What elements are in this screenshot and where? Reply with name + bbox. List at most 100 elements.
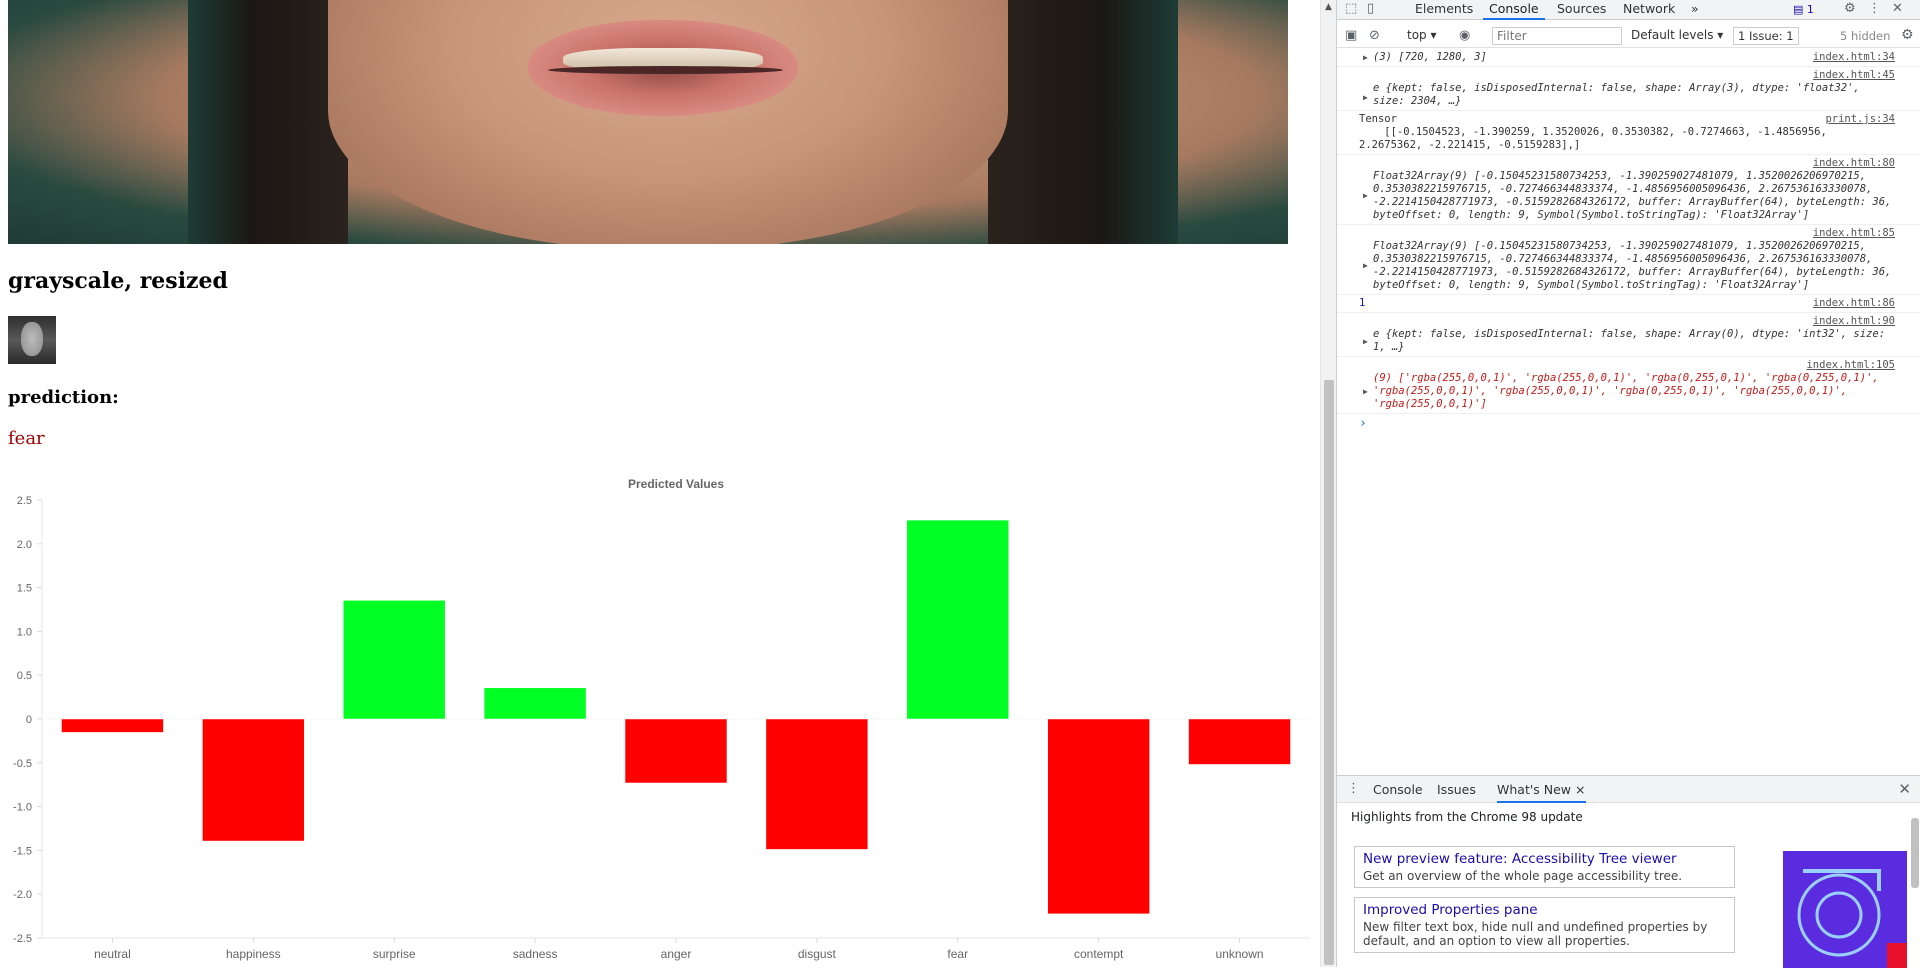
y-tick-label: 0	[26, 714, 32, 726]
bar-anger	[625, 719, 727, 783]
drawer-tab-whats-new-label: What's New	[1497, 782, 1572, 797]
issues-badge-count: 1	[1806, 3, 1814, 16]
more-tabs-button[interactable]: »	[1685, 0, 1705, 20]
thumbnail-face	[21, 322, 43, 356]
console-message: ▶ index.html:45 e {kept: false, isDispos…	[1337, 67, 1920, 111]
y-tick-label: -2.0	[13, 889, 32, 901]
expand-triangle-icon[interactable]: ▶	[1363, 189, 1368, 202]
context-select[interactable]: top ▾	[1407, 28, 1437, 42]
bar-sadness	[484, 688, 586, 719]
x-tick-label: unknown	[1216, 947, 1264, 961]
x-tick-label: anger	[661, 947, 692, 961]
drawer-tab-console[interactable]: Console	[1373, 782, 1423, 797]
bar-neutral	[61, 719, 164, 733]
clear-console-icon[interactable]: ⊘	[1369, 28, 1380, 43]
grayscale-thumbnail	[8, 316, 56, 364]
console-prompt[interactable]: ›	[1337, 414, 1920, 433]
hair-left	[188, 0, 348, 244]
expand-triangle-icon[interactable]: ▶	[1363, 385, 1368, 398]
tab-sources[interactable]: Sources	[1551, 0, 1612, 20]
tab-elements[interactable]: Elements	[1409, 0, 1479, 20]
expand-triangle-icon[interactable]: ▶	[1363, 335, 1368, 348]
x-tick-label: happiness	[226, 947, 281, 961]
drawer-menu-icon[interactable]: ⋮	[1347, 781, 1360, 796]
feature-card[interactable]: Improved Properties pane New filter text…	[1354, 897, 1735, 953]
bar-disgust	[766, 719, 868, 850]
feature-card-desc: New filter text box, hide null and undef…	[1363, 920, 1708, 948]
device-toolbar-icon[interactable]: ▯	[1367, 1, 1374, 16]
scroll-up-icon[interactable]: ▲	[1325, 2, 1332, 12]
drawer-tab-bar: ⋮ Console Issues What's New × ✕	[1337, 776, 1920, 803]
tab-network[interactable]: Network	[1617, 0, 1681, 20]
web-page: grayscale, resized prediction: fear Pred…	[0, 0, 1320, 967]
close-tab-icon[interactable]: ×	[1575, 782, 1585, 797]
y-tick-label: 2.0	[17, 539, 32, 551]
message-source-link[interactable]: index.html:105	[1806, 359, 1895, 372]
close-icon[interactable]: ✕	[1892, 1, 1903, 16]
predicted-values-chart: Predicted Values 2.5 2.0 1.5 1.0 0.5 0 -0.5 -1.0…	[0, 470, 1320, 967]
highlights-heading: Highlights from the Chrome 98 update	[1351, 810, 1583, 824]
drawer-tab-issues[interactable]: Issues	[1437, 782, 1476, 797]
issues-count-button[interactable]: 1 Issue: 1	[1733, 27, 1799, 45]
scrollbar-thumb[interactable]	[1324, 380, 1334, 965]
feature-card-title[interactable]: Improved Properties pane	[1363, 902, 1726, 918]
x-tick-label: disgust	[798, 947, 837, 961]
hidden-count: 5 hidden	[1840, 29, 1891, 43]
log-levels-select[interactable]: Default levels ▾	[1631, 28, 1723, 42]
illustration-svg	[1797, 869, 1907, 968]
grayscale-caption: grayscale, resized	[8, 268, 228, 294]
console-message: ▶ index.html:105 (9) ['rgba(255,0,0,1)',…	[1337, 357, 1920, 414]
message-source-link[interactable]: index.html:80	[1813, 157, 1895, 170]
message-source-link[interactable]: index.html:34	[1813, 51, 1895, 64]
devtools-panel: ⬚ ▯ Elements Console Sources Network » ▤…	[1336, 0, 1920, 968]
drawer-scrollbar-thumb[interactable]	[1911, 818, 1919, 888]
y-tick-label: 0.5	[17, 670, 32, 682]
message-source-link[interactable]: index.html:86	[1813, 297, 1895, 310]
chart-title: Predicted Values	[628, 477, 724, 491]
y-tick-label: 1.5	[17, 583, 32, 595]
mouth-line	[548, 66, 783, 74]
message-text: Tensor [[-0.1504523, -1.390259, 1.352002…	[1359, 113, 1827, 151]
feature-card-title[interactable]: New preview feature: Accessibility Tree …	[1363, 851, 1726, 867]
console-message: ▶ index.html:80 Float32Array(9) [-0.1504…	[1337, 155, 1920, 225]
expand-triangle-icon[interactable]: ▶	[1363, 259, 1368, 272]
page-scrollbar[interactable]: ▲	[1320, 0, 1336, 967]
bar-surprise	[343, 600, 445, 719]
devtools-drawer: ⋮ Console Issues What's New × ✕ Highligh…	[1337, 775, 1920, 968]
face-photo	[8, 0, 1288, 244]
x-tick-label: neutral	[94, 947, 131, 961]
prediction-value: fear	[8, 428, 45, 449]
drawer-tab-whats-new[interactable]: What's New ×	[1497, 782, 1586, 803]
message-source-link[interactable]: index.html:90	[1813, 315, 1895, 328]
message-text: e {kept: false, isDisposedInternal: fals…	[1373, 82, 1860, 107]
message-text: (9) ['rgba(255,0,0,1)', 'rgba(255,0,0,1)…	[1373, 372, 1879, 410]
console-toolbar: ▣ ⊘ top ▾ ◉ Default levels ▾ 1 Issue: 1 …	[1337, 24, 1920, 48]
console-settings-icon[interactable]: ⚙	[1901, 27, 1914, 43]
y-tick-label: -1.0	[13, 802, 32, 814]
message-source-link[interactable]: index.html:45	[1813, 69, 1895, 82]
kebab-menu-icon[interactable]: ⋮	[1868, 1, 1881, 16]
expand-triangle-icon[interactable]: ▶	[1363, 51, 1368, 64]
feature-card[interactable]: New preview feature: Accessibility Tree …	[1354, 846, 1735, 888]
bar-unknown	[1188, 719, 1291, 765]
close-drawer-icon[interactable]: ✕	[1898, 780, 1911, 798]
sidebar-toggle-icon[interactable]: ▣	[1345, 28, 1357, 43]
gear-icon[interactable]: ⚙	[1844, 1, 1856, 16]
expand-triangle-icon[interactable]: ▶	[1363, 91, 1368, 104]
x-tick-label: surprise	[373, 947, 416, 961]
x-tick-label: sadness	[513, 947, 558, 961]
y-tick-label: -0.5	[13, 758, 32, 770]
message-source-link[interactable]: index.html:85	[1813, 227, 1895, 240]
inspect-icon[interactable]: ⬚	[1345, 1, 1357, 16]
tab-console[interactable]: Console	[1483, 0, 1545, 20]
hair-right	[988, 0, 1178, 244]
y-tick-label: 2.5	[17, 495, 32, 507]
issues-badge[interactable]: ▤ 1	[1789, 2, 1818, 17]
filter-input[interactable]	[1492, 27, 1622, 45]
bar-fear	[907, 520, 1009, 719]
console-message: index.html:86 1	[1337, 295, 1920, 313]
console-messages: ▶ index.html:34 (3) [720, 1280, 3] ▶ ind…	[1337, 49, 1920, 769]
message-source-link[interactable]: print.js:34	[1825, 113, 1895, 126]
live-expression-icon[interactable]: ◉	[1459, 28, 1470, 43]
chart-svg: Predicted Values 2.5 2.0 1.5 1.0 0.5 0 -0.5 -1.0…	[13, 477, 1310, 961]
